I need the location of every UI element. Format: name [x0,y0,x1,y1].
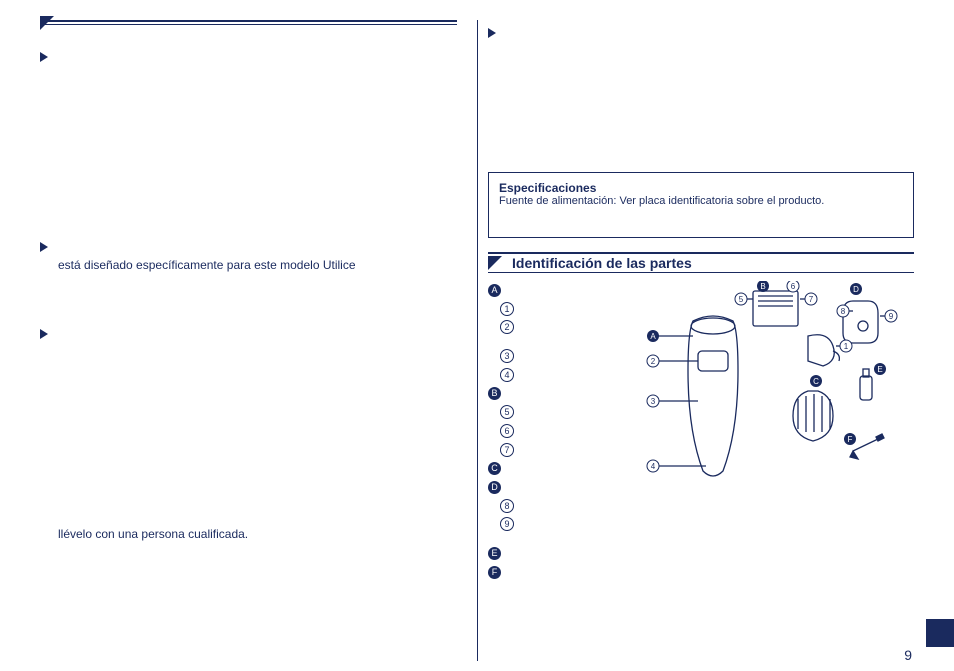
badge-A: A [488,284,501,297]
ring-7: 7 [500,443,514,457]
parts-list: A 1 2 3 4 B 5 6 7 C D 8 9 E F [488,281,598,581]
left-text-2: llévelo con una persona cualificada. [58,525,457,544]
ring-5: 5 [500,405,514,419]
badge-C: C [488,462,501,475]
svg-text:6: 6 [791,282,796,291]
ring-1: 1 [500,302,514,316]
parts-diagram: A B C D E F 2 3 4 5 6 7 1 8 [598,281,914,491]
page-number: 9 [904,647,912,663]
top-rule [40,20,457,24]
svg-text:9: 9 [889,312,894,321]
side-tab [926,619,954,647]
svg-text:A: A [650,332,656,341]
ring-8: 8 [500,499,514,513]
right-column: Especificaciones Fuente de alimentación:… [477,20,914,661]
svg-text:D: D [853,285,859,294]
triangle-icon [488,28,496,38]
svg-text:C: C [813,377,819,386]
spec-title: Especificaciones [499,181,903,195]
left-sec-3 [40,325,457,495]
svg-text:E: E [877,365,882,374]
svg-text:1: 1 [844,342,849,351]
svg-text:4: 4 [651,462,656,471]
ring-2: 2 [500,320,514,334]
right-sec-1 [488,24,914,42]
svg-text:F: F [848,435,853,444]
svg-text:5: 5 [739,295,744,304]
svg-text:2: 2 [651,357,656,366]
ring-4: 4 [500,368,514,382]
ring-3: 3 [500,349,514,363]
badge-B: B [488,387,501,400]
section-header: Identificación de las partes [488,252,914,273]
left-sec-1 [40,48,457,208]
ring-6: 6 [500,424,514,438]
triangle-icon [40,52,48,62]
corner-icon [488,256,502,270]
svg-text:7: 7 [809,295,814,304]
badge-F: F [488,566,501,579]
triangle-icon [40,242,48,252]
ring-9: 9 [500,517,514,531]
left-sec-2: está diseñado específicamente para este … [40,238,457,275]
badge-E: E [488,547,501,560]
section-title: Identificación de las partes [512,255,692,271]
left-column: está diseñado específicamente para este … [40,20,477,661]
svg-text:3: 3 [651,397,656,406]
triangle-icon [40,329,48,339]
svg-text:B: B [760,282,765,291]
spec-text: Fuente de alimentación: Ver placa identi… [499,195,903,207]
badge-D: D [488,481,501,494]
svg-text:8: 8 [841,307,846,316]
left-text-1: está diseñado específicamente para este … [58,256,457,275]
spec-box: Especificaciones Fuente de alimentación:… [488,172,914,238]
